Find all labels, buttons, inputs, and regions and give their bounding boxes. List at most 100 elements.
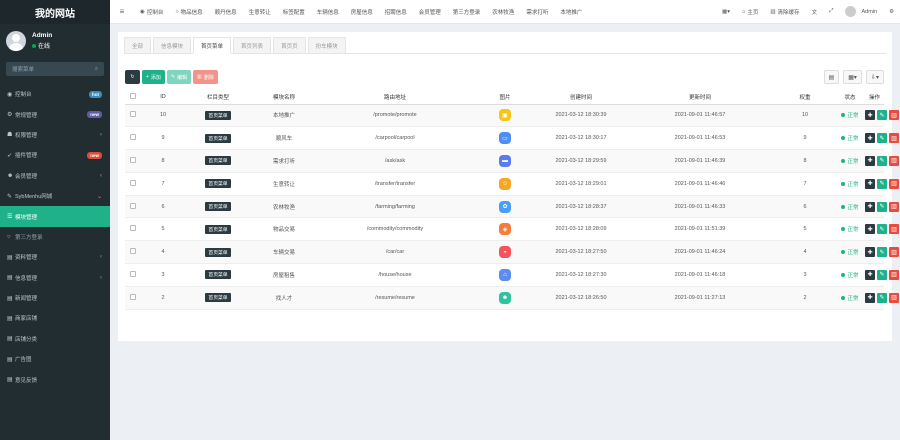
- top-nav-item-11[interactable]: 需求打听: [520, 8, 554, 16]
- cell-image[interactable]: ✿: [473, 195, 537, 219]
- row-edit-button[interactable]: ✎: [877, 247, 887, 258]
- top-nav-item-2[interactable]: 顺丹信息: [209, 8, 243, 16]
- fullscreen-button[interactable]: ⤢: [823, 8, 839, 15]
- language-button[interactable]: 文: [806, 8, 824, 16]
- home-link[interactable]: ⌂ 主页: [736, 8, 764, 16]
- sidebar-item-4[interactable]: ☻ 会员管理 ‹: [0, 166, 110, 186]
- top-nav-item-12[interactable]: 本地推广: [554, 8, 588, 16]
- promote-icon[interactable]: ▣: [499, 109, 511, 122]
- sidebar-item-14[interactable]: ▤ 意见反馈: [0, 369, 110, 389]
- tab-3[interactable]: 首页列表: [233, 37, 272, 54]
- carpool-icon[interactable]: ▭: [499, 132, 511, 145]
- edit-button[interactable]: ✎ 编辑: [166, 70, 192, 84]
- top-nav-item-3[interactable]: 生意转让: [243, 8, 277, 16]
- row-checkbox[interactable]: [130, 202, 136, 209]
- row-edit-button[interactable]: ✎: [877, 133, 887, 144]
- drag-sort-button[interactable]: ✚: [865, 269, 875, 280]
- sidebar-toggle-icon[interactable]: ≡: [110, 7, 134, 16]
- ask-icon[interactable]: ▬: [499, 154, 511, 167]
- cell-image[interactable]: ▣: [473, 104, 537, 128]
- settings-button[interactable]: ⚙: [883, 9, 900, 15]
- top-nav-item-6[interactable]: 房屋信息: [345, 8, 379, 16]
- farming-icon[interactable]: ✿: [499, 200, 511, 213]
- drag-sort-button[interactable]: ✚: [865, 155, 875, 166]
- sidebar-item-12[interactable]: ▤ 店铺分类: [0, 329, 110, 349]
- row-delete-button[interactable]: ▥: [889, 110, 899, 121]
- cell-image[interactable]: ☺: [473, 172, 537, 196]
- sidebar-item-11[interactable]: ▤ 商家店铺: [0, 308, 110, 328]
- house-icon[interactable]: ⌂: [499, 268, 511, 281]
- commodity-icon[interactable]: ◈: [499, 223, 511, 236]
- row-checkbox[interactable]: [130, 225, 136, 232]
- row-delete-button[interactable]: ▥: [889, 178, 899, 189]
- add-button[interactable]: + 添加: [142, 70, 165, 84]
- row-delete-button[interactable]: ▥: [889, 224, 899, 235]
- drag-sort-button[interactable]: ✚: [865, 247, 875, 258]
- cell-image[interactable]: ▭: [473, 126, 537, 151]
- top-nav-item-10[interactable]: 农林牧渔: [486, 8, 520, 16]
- cell-image[interactable]: ▬: [473, 149, 537, 173]
- sidebar-item-6[interactable]: ☰ 模块管理: [0, 206, 110, 227]
- row-edit-button[interactable]: ✎: [877, 224, 887, 235]
- row-checkbox-cell[interactable]: [125, 126, 141, 151]
- column-header-image[interactable]: 图片: [473, 90, 537, 105]
- row-delete-button[interactable]: ▥: [889, 292, 899, 303]
- tab-0[interactable]: 全部: [124, 37, 152, 54]
- column-header-id[interactable]: ID: [141, 90, 185, 105]
- row-checkbox[interactable]: [130, 111, 136, 118]
- sidebar-item-1[interactable]: ⚙ 常规管理 new: [0, 104, 110, 124]
- car-icon[interactable]: ◒: [499, 246, 511, 259]
- top-nav-item-0[interactable]: ◉ 控制台: [134, 8, 169, 16]
- tab-4[interactable]: 首页页: [273, 37, 306, 54]
- drag-sort-button[interactable]: ✚: [865, 133, 875, 144]
- sidebar-item-2[interactable]: ☗ 权限管理 ‹: [0, 125, 110, 145]
- row-checkbox-cell[interactable]: [125, 104, 141, 128]
- sidebar-item-7[interactable]: ○ 第三方登录: [0, 227, 110, 247]
- top-nav-item-1[interactable]: ○ 物品信息: [169, 8, 208, 16]
- top-nav-item-9[interactable]: 第三方登录: [447, 8, 487, 16]
- top-nav-item-7[interactable]: 招聘信息: [379, 8, 413, 16]
- tab-1[interactable]: 信息模块: [153, 37, 192, 54]
- sidebar-item-13[interactable]: ▤ 广告图: [0, 349, 110, 369]
- row-checkbox-cell[interactable]: [125, 149, 141, 173]
- column-header-route[interactable]: 路由地址: [317, 90, 473, 105]
- row-delete-button[interactable]: ▥: [889, 155, 899, 166]
- column-header-type[interactable]: 栏目类型: [185, 90, 251, 105]
- sidebar-item-8[interactable]: ▤ 资料管理 ‹: [0, 247, 110, 267]
- tab-5[interactable]: 扮车模块: [307, 37, 346, 54]
- select-all-checkbox[interactable]: [125, 90, 141, 105]
- row-edit-button[interactable]: ✎: [877, 269, 887, 280]
- transfer-icon[interactable]: ☺: [499, 177, 511, 190]
- site-logo[interactable]: 我的网站: [0, 0, 110, 24]
- row-checkbox-cell[interactable]: [125, 217, 141, 242]
- column-header-name[interactable]: 模块名称: [251, 90, 317, 105]
- top-nav-item-4[interactable]: 标签配置: [277, 8, 311, 16]
- drag-sort-button[interactable]: ✚: [865, 201, 875, 212]
- row-delete-button[interactable]: ▥: [889, 269, 899, 280]
- column-header-weight[interactable]: 权重: [775, 90, 835, 105]
- row-checkbox[interactable]: [130, 248, 136, 255]
- toggle-view-button[interactable]: ▤: [823, 70, 840, 84]
- row-checkbox-cell[interactable]: [125, 263, 141, 287]
- export-button[interactable]: ⇩▾: [865, 70, 884, 84]
- delete-button[interactable]: ▥ 删除: [193, 70, 218, 84]
- row-checkbox-cell[interactable]: [125, 172, 141, 196]
- row-delete-button[interactable]: ▥: [889, 201, 899, 212]
- refresh-button[interactable]: ↻: [125, 70, 140, 84]
- resume-icon[interactable]: ☻: [499, 291, 511, 304]
- columns-button[interactable]: ▦▾: [843, 70, 862, 84]
- sidebar-search-input[interactable]: 搜索菜单 ⌕: [6, 62, 104, 76]
- row-delete-button[interactable]: ▥: [889, 133, 899, 144]
- row-checkbox[interactable]: [130, 270, 136, 277]
- top-nav-item-8[interactable]: 会员管理: [413, 8, 447, 16]
- row-checkbox-cell[interactable]: [125, 286, 141, 310]
- cell-image[interactable]: ◒: [473, 240, 537, 265]
- row-checkbox-cell[interactable]: [125, 195, 141, 219]
- row-checkbox[interactable]: [130, 134, 136, 141]
- row-checkbox[interactable]: [130, 293, 136, 300]
- column-header-updated[interactable]: 更新时间: [625, 90, 775, 105]
- cell-image[interactable]: ☻: [473, 286, 537, 310]
- sidebar-item-9[interactable]: ▤ 信息管理 ‹: [0, 268, 110, 288]
- cell-image[interactable]: ◈: [473, 217, 537, 242]
- row-edit-button[interactable]: ✎: [877, 292, 887, 303]
